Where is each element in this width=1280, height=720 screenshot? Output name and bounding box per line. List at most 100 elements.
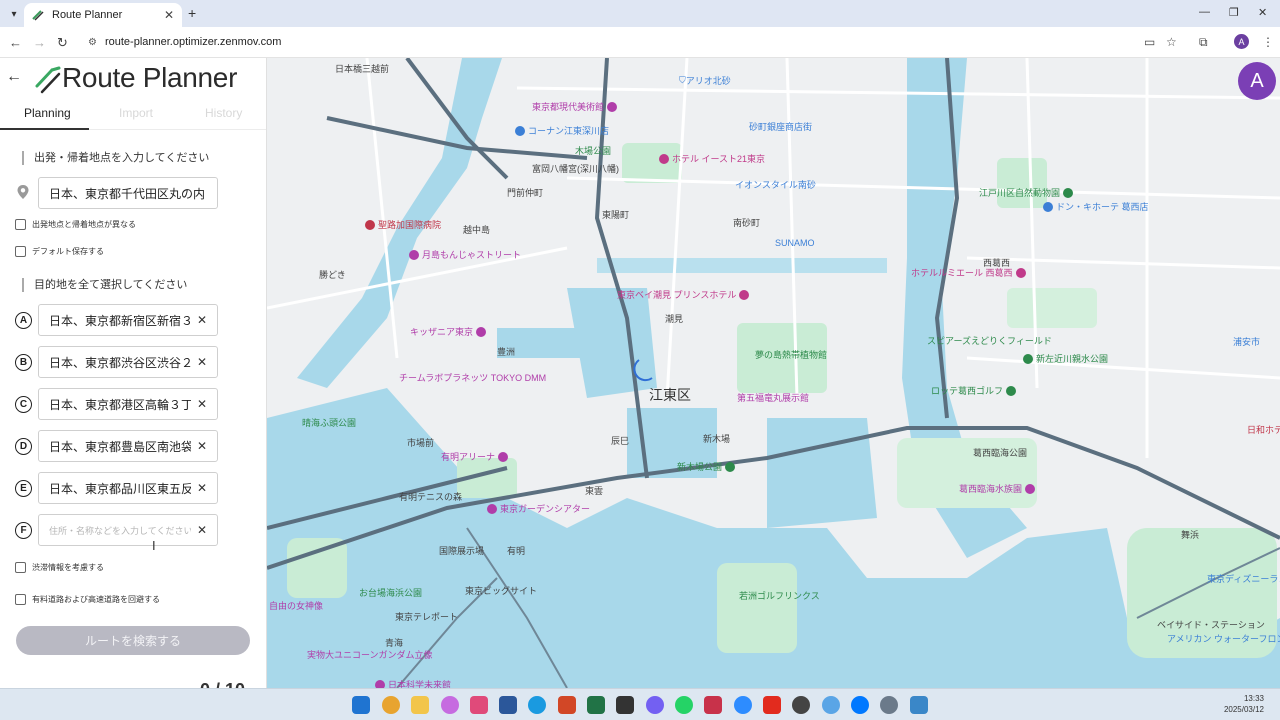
tab-history[interactable]: History xyxy=(205,106,242,120)
close-tab-icon[interactable]: ✕ xyxy=(164,8,174,22)
destination-input-b[interactable]: 日本、東京都渋谷区渋谷２丁目 ✕ xyxy=(38,346,218,378)
map-poi[interactable]: 聖路加国際病院 xyxy=(365,218,441,231)
acrobat-icon[interactable] xyxy=(763,696,781,714)
word-icon[interactable] xyxy=(499,696,517,714)
marker-a-icon: A xyxy=(15,312,32,329)
app-icon[interactable] xyxy=(616,696,634,714)
map-poi[interactable]: 新左近川親水公園 xyxy=(1023,352,1108,365)
clear-icon[interactable]: ✕ xyxy=(197,439,207,453)
destination-input-e[interactable]: 日本、東京都品川区東五反田２ ✕ xyxy=(38,472,218,504)
browser-profile-avatar[interactable]: A xyxy=(1234,34,1249,49)
traffic-checkbox[interactable]: 渋滞情報を考慮する xyxy=(15,562,104,573)
url-field[interactable]: ⚙ route-planner.optimizer.zenmov.com xyxy=(82,31,1172,53)
reload-icon[interactable]: ↻ xyxy=(57,35,68,51)
museum-icon xyxy=(607,101,618,112)
clear-icon[interactable]: ✕ xyxy=(197,397,207,411)
tab-planning[interactable]: Planning xyxy=(24,106,71,120)
map-poi[interactable]: ホテル イースト21東京 xyxy=(659,152,765,165)
map-poi[interactable]: コーナン江東深川店 xyxy=(515,124,609,137)
clear-icon[interactable]: ✕ xyxy=(197,355,207,369)
cast-icon[interactable]: ▭ xyxy=(1144,35,1155,49)
map-poi[interactable]: 新木場公園 xyxy=(677,460,738,473)
snipping-tool-icon[interactable] xyxy=(704,696,722,714)
tab-import[interactable]: Import xyxy=(119,106,153,120)
map-label: アメリカン ウォーターフロント xyxy=(1167,634,1280,644)
user-avatar[interactable]: A xyxy=(1238,62,1276,100)
map-poi[interactable]: 東京ベイ潮見 プリンスホテル xyxy=(617,288,752,301)
origin-input[interactable]: 日本、東京都千代田区丸の内１丁 xyxy=(38,177,218,209)
bookmark-star-icon[interactable]: ☆ xyxy=(1166,35,1177,49)
onedrive-icon[interactable] xyxy=(822,696,840,714)
destination-input-d[interactable]: 日本、東京都豊島区南池袋１丁 ✕ xyxy=(38,430,218,462)
map-poi[interactable]: キッザニア東京 xyxy=(410,325,489,338)
checkbox-box[interactable] xyxy=(15,594,26,605)
map-poi[interactable]: 東京ガーデンシアター xyxy=(487,502,590,515)
map-view[interactable]: 日本橋三越前 ⛉ アリオ北砂 東京都現代美術館 コーナン江東深川店 砂町銀座商店街… xyxy=(267,58,1280,688)
hotel-icon xyxy=(1015,267,1026,278)
excel-icon[interactable] xyxy=(587,696,605,714)
shop-icon xyxy=(1043,201,1053,212)
back-arrow-icon[interactable]: ← xyxy=(6,68,22,86)
zoom-icon[interactable] xyxy=(734,696,752,714)
forward-icon[interactable]: → xyxy=(33,35,46,50)
edge-icon[interactable] xyxy=(528,696,546,714)
map-poi[interactable]: SUNAMO xyxy=(775,238,815,248)
map-poi[interactable]: ドン・キホーテ 葛西店 xyxy=(1043,200,1149,213)
golf-icon xyxy=(1006,385,1017,396)
powerpoint-icon[interactable] xyxy=(558,696,576,714)
destination-value: 日本、東京都新宿区新宿３丁目 xyxy=(49,313,191,328)
file-explorer-icon[interactable] xyxy=(411,696,429,714)
taskbar-clock[interactable]: 13:33 2025/03/12 xyxy=(1224,693,1264,715)
destination-input-c[interactable]: 日本、東京都港区高輪３丁目２ ✕ xyxy=(38,388,218,420)
map-poi[interactable]: 東京都現代美術館 xyxy=(532,100,620,113)
slack-icon[interactable] xyxy=(470,696,488,714)
destination-input-f[interactable]: 住所・名称などを入力してください ✕ xyxy=(38,514,218,546)
messenger-icon[interactable] xyxy=(851,696,869,714)
search-route-button[interactable]: ルートを検索する xyxy=(16,626,250,655)
clear-icon[interactable]: ✕ xyxy=(197,313,207,327)
browser-tab[interactable]: Route Planner ✕ xyxy=(24,3,182,27)
destination-input-a[interactable]: 日本、東京都新宿区新宿３丁目 ✕ xyxy=(38,304,218,336)
map-poi[interactable]: 有明アリーナ xyxy=(441,450,511,463)
map-label: 舞浜 xyxy=(1181,530,1200,540)
clear-icon[interactable]: ✕ xyxy=(197,481,207,495)
browser-menu-icon[interactable]: ⋮ xyxy=(1262,35,1274,49)
viber-icon[interactable] xyxy=(646,696,664,714)
map-label: 豊洲 xyxy=(497,347,516,357)
different-endpoints-checkbox[interactable]: 出発地点と帰着地点が異なる xyxy=(15,219,136,230)
chrome-icon[interactable] xyxy=(382,696,400,714)
map-poi[interactable]: イオンスタイル南砂 xyxy=(735,178,816,191)
settings-icon[interactable] xyxy=(880,696,898,714)
map-poi[interactable]: 葛西臨海水族園 xyxy=(959,482,1038,495)
checkbox-label: 渋滞情報を考慮する xyxy=(32,563,104,572)
checkbox-box[interactable] xyxy=(15,219,26,230)
map-poi[interactable]: ロッテ葛西ゴルフ xyxy=(931,384,1019,397)
map-poi[interactable]: 月島もんじゃストリート xyxy=(409,248,521,261)
checkbox-box[interactable] xyxy=(15,562,26,573)
browser-tab-bar: ▾ Route Planner ✕ + — ❐ ✕ xyxy=(0,0,1280,27)
copilot-icon[interactable] xyxy=(441,696,459,714)
restore-icon[interactable]: ❐ xyxy=(1229,6,1239,19)
clear-icon[interactable]: ✕ xyxy=(197,523,207,537)
site-info-icon[interactable]: ⚙ xyxy=(88,37,97,48)
avoid-tolls-checkbox[interactable]: 有料道路および高速道路を回避する xyxy=(15,594,160,605)
map-label: 潮見 xyxy=(665,314,684,324)
map-poi[interactable]: 砂町銀座商店街 xyxy=(749,120,812,133)
save-default-checkbox[interactable]: デフォルト保存する xyxy=(15,246,104,257)
whatsapp-icon[interactable] xyxy=(675,696,693,714)
close-window-icon[interactable]: ✕ xyxy=(1258,6,1267,19)
map-poi[interactable]: 江戸川区自然動物園 xyxy=(979,186,1076,199)
map-poi[interactable]: ⛉ アリオ北砂 xyxy=(679,74,731,87)
extensions-icon[interactable]: ⧉ xyxy=(1199,35,1208,50)
new-tab-icon[interactable]: + xyxy=(188,5,196,21)
checkbox-box[interactable] xyxy=(15,246,26,257)
minimize-icon[interactable]: — xyxy=(1199,6,1210,18)
github-icon[interactable] xyxy=(792,696,810,714)
tab-search-icon[interactable]: ▾ xyxy=(5,5,23,23)
app-icon[interactable] xyxy=(910,696,928,714)
map-poi[interactable]: 日本科学未来館 xyxy=(375,678,451,688)
map-poi[interactable]: チームラボプラネッツ TOKYO DMM xyxy=(399,371,546,384)
windows-start-icon[interactable] xyxy=(352,696,370,714)
back-icon[interactable]: ← xyxy=(9,35,22,50)
map-poi[interactable]: ホテルルミエール 西葛西 xyxy=(911,266,1029,279)
